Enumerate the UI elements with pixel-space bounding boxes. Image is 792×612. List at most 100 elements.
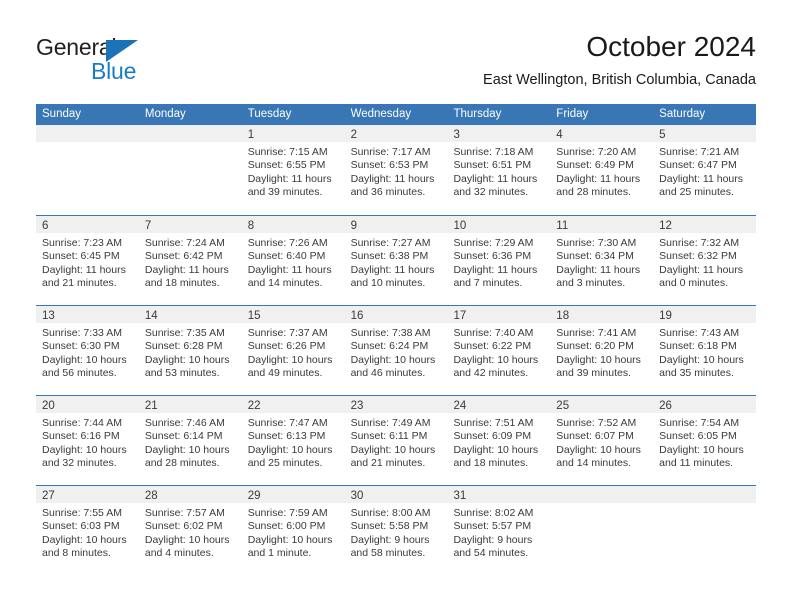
day-number-band: 27 xyxy=(36,486,139,503)
day-cell[interactable]: 13 Sunrise: 7:33 AM Sunset: 6:30 PM Dayligh… xyxy=(36,306,139,395)
day-number-band xyxy=(36,125,139,142)
day-cell[interactable]: 15 Sunrise: 7:37 AM Sunset: 6:26 PM Dayligh… xyxy=(241,306,345,395)
day-number-band: 2 xyxy=(344,125,448,142)
daylight-text-line1: Daylight: 10 hours xyxy=(144,353,230,366)
day-details: Sunrise: 7:43 AM Sunset: 6:18 PM Daylight:… xyxy=(653,323,756,381)
day-number-band: 24 xyxy=(447,396,551,413)
day-cell[interactable]: 6 Sunrise: 7:23 AM Sunset: 6:45 PM Daylight… xyxy=(36,216,139,305)
daylight-text-line1: Daylight: 10 hours xyxy=(42,533,127,546)
day-number: 27 xyxy=(42,490,55,502)
sunset-text: Sunset: 5:57 PM xyxy=(453,520,532,533)
day-cell[interactable]: 22 Sunrise: 7:47 AM Sunset: 6:13 PM Dayligh… xyxy=(241,396,345,485)
day-number: 15 xyxy=(247,310,261,322)
day-details: Sunrise: 7:23 AM Sunset: 6:45 PM Daylight:… xyxy=(36,233,139,291)
day-cell[interactable]: 1 Sunrise: 7:15 AM Sunset: 6:55 PM Daylight… xyxy=(241,125,345,215)
day-cell[interactable]: 11 Sunrise: 7:30 AM Sunset: 6:34 PM Dayligh… xyxy=(550,216,654,305)
day-details: Sunrise: 7:55 AM Sunset: 6:03 PM Daylight:… xyxy=(36,503,139,561)
daylight-text-line1: Daylight: 10 hours xyxy=(350,353,436,366)
day-cell[interactable]: 28 Sunrise: 7:57 AM Sunset: 6:02 PM Dayligh… xyxy=(138,486,242,575)
day-number-band xyxy=(653,486,757,503)
day-cell[interactable]: 8 Sunrise: 7:26 AM Sunset: 6:40 PM Daylight… xyxy=(241,216,345,305)
sunset-text: Sunset: 6:53 PM xyxy=(350,159,429,172)
brand-name-general: General xyxy=(36,34,117,60)
daylight-text-line2: and 56 minutes. xyxy=(42,367,117,380)
day-cell[interactable]: 14 Sunrise: 7:35 AM Sunset: 6:28 PM Dayligh… xyxy=(138,306,242,395)
sunset-text: Sunset: 6:45 PM xyxy=(42,250,120,263)
sunrise-text: Sunrise: 7:38 AM xyxy=(350,327,431,339)
day-cell[interactable]: 21 Sunrise: 7:46 AM Sunset: 6:14 PM Dayligh… xyxy=(138,396,242,485)
sunset-text: Sunset: 6:02 PM xyxy=(144,520,223,533)
day-cell[interactable]: 10 Sunrise: 7:29 AM Sunset: 6:36 PM Dayligh… xyxy=(447,216,551,305)
day-cell[interactable]: 16 Sunrise: 7:38 AM Sunset: 6:24 PM Dayligh… xyxy=(344,306,448,395)
day-cell[interactable]: 24 Sunrise: 7:51 AM Sunset: 6:09 PM Dayligh… xyxy=(447,396,551,485)
daylight-text-line1: Daylight: 10 hours xyxy=(556,443,641,456)
day-details: Sunrise: 7:47 AM Sunset: 6:13 PM Daylight:… xyxy=(242,413,345,471)
sunrise-text: Sunrise: 7:43 AM xyxy=(659,327,740,339)
daylight-text-line2: and 35 minutes. xyxy=(659,367,734,380)
day-cell[interactable]: 4 Sunrise: 7:20 AM Sunset: 6:49 PM Daylight… xyxy=(550,125,654,215)
sunset-text: Sunset: 6:40 PM xyxy=(247,250,326,263)
daylight-text-line2: and 54 minutes. xyxy=(453,547,529,560)
weekday-header-row: Sunday Monday Tuesday Wednesday Thursday Frid… xyxy=(36,104,756,125)
day-cell[interactable]: 20 Sunrise: 7:44 AM Sunset: 6:16 PM Dayligh… xyxy=(36,396,139,485)
brand-logo[interactable]: General Blue xyxy=(36,34,226,84)
day-details: Sunrise: 7:15 AM Sunset: 6:55 PM Daylight:… xyxy=(242,142,345,200)
sunset-text: Sunset: 6:13 PM xyxy=(247,430,326,443)
daylight-text-line1: Daylight: 11 hours xyxy=(659,172,744,185)
daylight-text-line2: and 39 minutes. xyxy=(556,367,632,380)
daylight-text-line2: and 28 minutes. xyxy=(144,457,220,470)
day-number-band: 12 xyxy=(653,216,757,233)
day-number-band: 16 xyxy=(344,306,448,323)
daylight-text-line1: Daylight: 11 hours xyxy=(453,263,538,276)
day-number: 31 xyxy=(453,490,467,502)
day-details: Sunrise: 7:57 AM Sunset: 6:02 PM Daylight:… xyxy=(139,503,242,561)
day-cell[interactable]: 31 Sunrise: 8:02 AM Sunset: 5:57 PM Dayligh… xyxy=(447,486,551,575)
day-cell[interactable]: 9 Sunrise: 7:27 AM Sunset: 6:38 PM Daylight… xyxy=(344,216,448,305)
day-cell[interactable]: 23 Sunrise: 7:49 AM Sunset: 6:11 PM Dayligh… xyxy=(344,396,448,485)
day-number-band: 21 xyxy=(138,396,242,413)
sunrise-text: Sunrise: 7:49 AM xyxy=(350,417,431,429)
day-cell[interactable]: 25 Sunrise: 7:52 AM Sunset: 6:07 PM Dayligh… xyxy=(550,396,654,485)
daylight-text-line1: Daylight: 10 hours xyxy=(247,443,333,456)
sunset-text: Sunset: 6:42 PM xyxy=(144,250,223,263)
day-cell[interactable]: 27 Sunrise: 7:55 AM Sunset: 6:03 PM Dayligh… xyxy=(36,486,139,575)
day-cell[interactable]: 7 Sunrise: 7:24 AM Sunset: 6:42 PM Daylight… xyxy=(138,216,242,305)
daylight-text-line2: and 58 minutes. xyxy=(350,547,426,560)
day-cell[interactable]: 2 Sunrise: 7:17 AM Sunset: 6:53 PM Daylight… xyxy=(344,125,448,215)
daylight-text-line2: and 11 minutes. xyxy=(659,457,734,470)
sunset-text: Sunset: 6:34 PM xyxy=(556,250,634,263)
daylight-text-line2: and 1 minute. xyxy=(247,547,312,560)
day-cell[interactable]: 19 Sunrise: 7:43 AM Sunset: 6:18 PM Dayligh… xyxy=(653,306,757,395)
day-number-band: 4 xyxy=(550,125,654,142)
sunset-text: Sunset: 6:55 PM xyxy=(247,159,326,172)
weekday-header-tuesday: Tuesday xyxy=(247,108,292,120)
daylight-text-line1: Daylight: 11 hours xyxy=(556,172,641,185)
day-number-band: 1 xyxy=(241,125,345,142)
day-number: 8 xyxy=(247,220,255,232)
daylight-text-line2: and 10 minutes. xyxy=(350,277,426,290)
daylight-text-line2: and 32 minutes. xyxy=(453,186,529,199)
day-details: Sunrise: 7:59 AM Sunset: 6:00 PM Daylight:… xyxy=(242,503,345,561)
sunset-text: Sunset: 6:30 PM xyxy=(42,340,120,353)
day-cell[interactable]: 29 Sunrise: 7:59 AM Sunset: 6:00 PM Dayligh… xyxy=(241,486,345,575)
day-cell[interactable]: 26 Sunrise: 7:54 AM Sunset: 6:05 PM Dayligh… xyxy=(653,396,757,485)
sunrise-text: Sunrise: 7:33 AM xyxy=(42,327,122,339)
sunset-text: Sunset: 6:09 PM xyxy=(453,430,532,443)
day-cell[interactable]: 3 Sunrise: 7:18 AM Sunset: 6:51 PM Daylight… xyxy=(447,125,551,215)
day-number: 18 xyxy=(556,310,570,322)
sunset-text: Sunset: 6:03 PM xyxy=(42,520,120,533)
sunrise-text: Sunrise: 7:35 AM xyxy=(144,327,225,339)
day-cell[interactable]: 12 Sunrise: 7:32 AM Sunset: 6:32 PM Dayligh… xyxy=(653,216,757,305)
day-details: Sunrise: 7:26 AM Sunset: 6:40 PM Daylight:… xyxy=(242,233,345,291)
daylight-text-line2: and 18 minutes. xyxy=(453,457,529,470)
sunrise-text: Sunrise: 7:21 AM xyxy=(659,146,740,158)
sunset-text: Sunset: 6:47 PM xyxy=(659,159,737,172)
day-number: 21 xyxy=(144,400,158,412)
day-number: 13 xyxy=(42,310,55,322)
day-number-band: 6 xyxy=(36,216,139,233)
day-details: Sunrise: 7:41 AM Sunset: 6:20 PM Daylight:… xyxy=(550,323,653,381)
day-cell[interactable]: 17 Sunrise: 7:40 AM Sunset: 6:22 PM Dayligh… xyxy=(447,306,551,395)
day-cell[interactable]: 30 Sunrise: 8:00 AM Sunset: 5:58 PM Dayligh… xyxy=(344,486,448,575)
day-cell[interactable]: 18 Sunrise: 7:41 AM Sunset: 6:20 PM Dayligh… xyxy=(550,306,654,395)
day-cell[interactable]: 5 Sunrise: 7:21 AM Sunset: 6:47 PM Daylight… xyxy=(653,125,757,215)
